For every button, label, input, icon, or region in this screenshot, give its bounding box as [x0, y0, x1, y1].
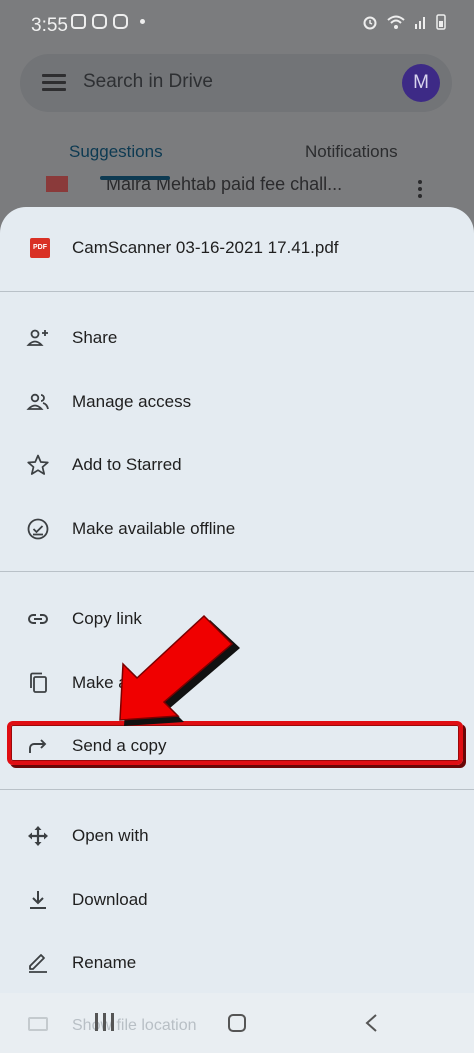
folder-icon — [28, 1017, 48, 1031]
menu-item-label: Download — [72, 890, 148, 909]
menu-item-rename[interactable]: Rename — [0, 935, 474, 991]
instagram-icon — [92, 14, 107, 29]
offline-check-icon — [27, 518, 49, 540]
back-button[interactable] — [362, 1013, 382, 1033]
menu-item-label: Share — [72, 328, 118, 347]
sheet-header: PDF CamScanner 03-16-2021 17.41.pdf — [0, 207, 474, 291]
signal-icon — [415, 16, 425, 29]
more-notifications-dot-icon — [140, 19, 145, 24]
tab-notifications[interactable]: Notifications — [305, 142, 398, 162]
divider — [0, 571, 474, 572]
status-notification-icons — [71, 14, 145, 29]
pdf-file-icon — [46, 176, 68, 192]
menu-item-label: Manage access — [72, 392, 192, 411]
menu-item-label: Add to Starred — [72, 455, 182, 474]
hamburger-menu-icon[interactable] — [42, 74, 66, 92]
battery-icon — [436, 14, 446, 30]
red-arrow-annotation — [119, 614, 240, 726]
file-title: CamScanner 03-16-2021 17.41.pdf — [72, 238, 339, 257]
menu-item-label: Open with — [72, 826, 149, 845]
divider — [0, 291, 474, 292]
copy-icon — [30, 672, 47, 693]
instagram-icon — [113, 14, 128, 29]
status-bar: 3:55 — [0, 0, 474, 50]
more-options-icon[interactable] — [418, 180, 422, 201]
status-system-icons — [362, 13, 446, 30]
menu-item-make-available-offline[interactable]: Make available offline — [0, 501, 474, 557]
divider — [0, 789, 474, 790]
search-placeholder: Search in Drive — [83, 71, 213, 92]
wifi-icon — [387, 15, 405, 29]
add-person-icon — [26, 329, 48, 346]
background-file-row[interactable]: Maira Mehtab paid fee chall... — [0, 172, 474, 204]
home-button[interactable] — [228, 1014, 246, 1032]
drive-search-bar[interactable]: Search in Drive M — [20, 54, 452, 112]
gallery-icon — [71, 14, 86, 29]
link-icon — [28, 614, 48, 624]
account-avatar[interactable]: M — [402, 64, 440, 102]
system-nav-bar: Show file location — [0, 993, 474, 1053]
menu-item-label: Rename — [72, 953, 137, 972]
people-icon — [26, 393, 49, 410]
status-time: 3:55 — [31, 15, 68, 36]
pencil-icon — [29, 954, 47, 973]
recents-button[interactable] — [95, 1013, 117, 1031]
menu-item-manage-access[interactable]: Manage access — [0, 374, 474, 430]
star-outline-icon — [27, 454, 49, 475]
pdf-file-icon: PDF — [30, 238, 50, 258]
menu-item-download[interactable]: Download — [0, 872, 474, 928]
partial-menu-item-label[interactable]: Show file location — [72, 1017, 197, 1035]
download-icon — [30, 891, 46, 909]
open-with-icon — [28, 826, 48, 846]
tab-indicator — [100, 176, 170, 180]
menu-item-label: Make available offline — [72, 519, 236, 538]
alarm-icon — [363, 16, 377, 29]
menu-item-share[interactable]: Share — [0, 310, 474, 366]
menu-item-open-with[interactable]: Open with — [0, 808, 474, 864]
menu-item-add-to-starred[interactable]: Add to Starred — [0, 437, 474, 493]
tab-suggestions[interactable]: Suggestions — [69, 142, 163, 162]
